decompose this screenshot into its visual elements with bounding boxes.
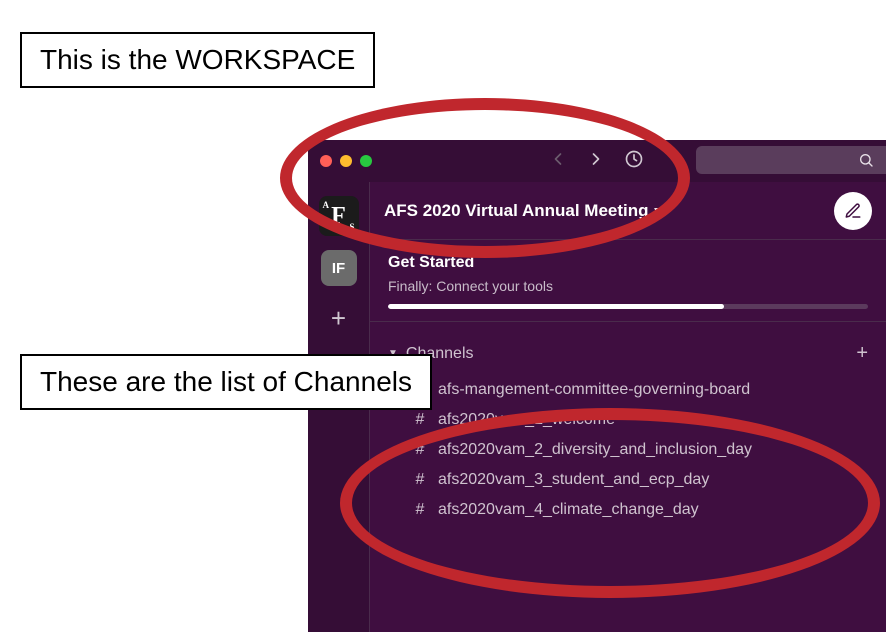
channel-name: afs2020vam_4_climate_change_day: [438, 501, 699, 519]
search-input[interactable]: [696, 146, 886, 174]
window-close-button[interactable]: [320, 155, 332, 167]
hash-icon: #: [412, 441, 428, 459]
get-started-progress-fill: [388, 304, 724, 309]
add-workspace-button[interactable]: +: [321, 300, 357, 336]
workspace-icon-corner-a: A: [323, 200, 330, 210]
channel-item[interactable]: # afs2020vam_1_welcome: [384, 405, 872, 435]
workspace-icon[interactable]: A F S: [319, 196, 359, 236]
get-started-subtitle: Finally: Connect your tools: [388, 278, 868, 294]
user-initials-badge[interactable]: IF: [321, 250, 357, 286]
nav-back-button[interactable]: [548, 149, 568, 174]
titlebar: [308, 140, 886, 182]
annotation-workspace-label: This is the WORKSPACE: [20, 32, 375, 88]
compose-icon: [844, 202, 862, 220]
workspace-name-text: AFS 2020 Virtual Annual Meeting: [384, 201, 649, 221]
channels-section: ▼ Channels + afs-mangement-committee-gov…: [370, 322, 886, 525]
get-started-title: Get Started: [388, 254, 868, 272]
window-minimize-button[interactable]: [340, 155, 352, 167]
chevron-down-icon: ▾: [655, 204, 661, 217]
nav-controls: [548, 149, 644, 174]
channel-name: afs-mangement-committee-governing-board: [438, 381, 750, 399]
workspace-icon-letter: F: [331, 204, 346, 228]
get-started-section: Get Started Finally: Connect your tools: [370, 240, 886, 322]
channel-name: afs2020vam_3_student_and_ecp_day: [438, 471, 709, 489]
hash-icon: #: [412, 501, 428, 519]
history-button[interactable]: [624, 149, 644, 174]
workspace-header: AFS 2020 Virtual Annual Meeting ▾: [370, 182, 886, 240]
channel-item[interactable]: # afs2020vam_3_student_and_ecp_day: [384, 465, 872, 495]
sidebar: AFS 2020 Virtual Annual Meeting ▾ Get St…: [370, 182, 886, 632]
nav-forward-button[interactable]: [586, 149, 606, 174]
channel-name: afs2020vam_2_diversity_and_inclusion_day: [438, 441, 752, 459]
channels-section-header[interactable]: ▼ Channels +: [384, 338, 872, 369]
search-icon: [858, 152, 874, 168]
window-zoom-button[interactable]: [360, 155, 372, 167]
hash-icon: #: [412, 411, 428, 429]
channel-item[interactable]: afs-mangement-committee-governing-board: [384, 375, 872, 405]
workspace-icon-corner-s: S: [349, 222, 354, 232]
channel-item[interactable]: # afs2020vam_4_climate_change_day: [384, 495, 872, 525]
hash-icon: #: [412, 471, 428, 489]
compose-button[interactable]: [834, 192, 872, 230]
get-started-progress: [388, 304, 868, 309]
window-controls: [320, 155, 372, 167]
add-channel-button[interactable]: +: [856, 342, 868, 365]
annotation-channels-label: These are the list of Channels: [20, 354, 432, 410]
channel-item[interactable]: # afs2020vam_2_diversity_and_inclusion_da…: [384, 435, 872, 465]
workspace-name-button[interactable]: AFS 2020 Virtual Annual Meeting ▾: [384, 201, 660, 221]
channel-name: afs2020vam_1_welcome: [438, 411, 615, 429]
channel-list: afs-mangement-committee-governing-board #…: [384, 375, 872, 525]
